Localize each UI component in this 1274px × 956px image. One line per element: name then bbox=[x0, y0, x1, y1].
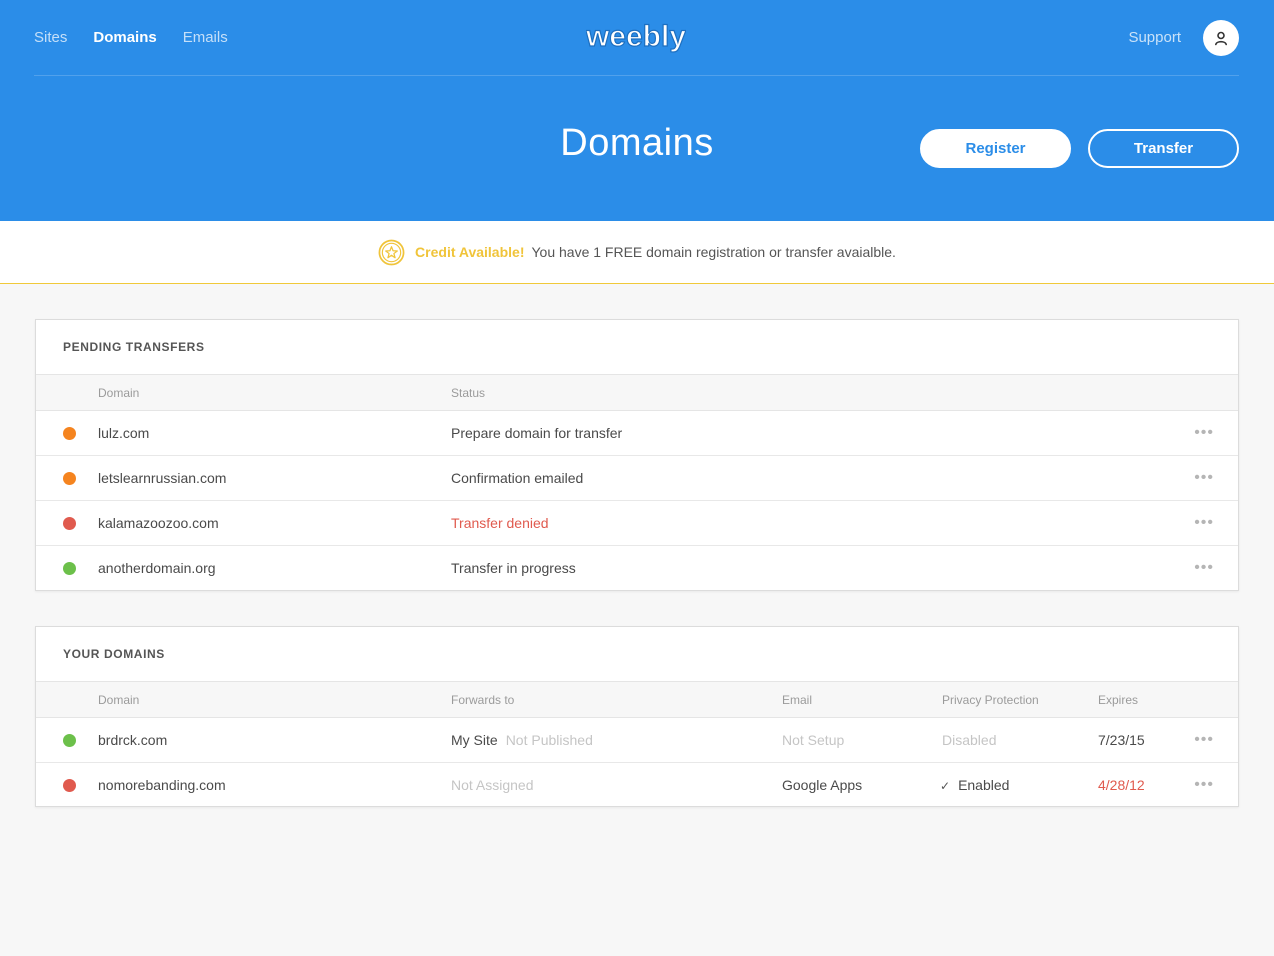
more-dots-icon[interactable]: ••• bbox=[1194, 559, 1214, 577]
domain-name[interactable]: letslearnrussian.com bbox=[98, 470, 226, 486]
credit-text: You have 1 FREE domain registration or t… bbox=[531, 244, 896, 260]
support-link[interactable]: Support bbox=[1128, 29, 1181, 46]
avatar[interactable] bbox=[1203, 20, 1239, 56]
weebly-logo[interactable]: weebly bbox=[584, 18, 687, 58]
domain-name[interactable]: kalamazoozoo.com bbox=[98, 515, 219, 531]
credit-label: Credit Available! bbox=[415, 244, 525, 260]
expires-date: 7/23/15 bbox=[1098, 732, 1145, 748]
email-status[interactable]: Google Apps bbox=[782, 777, 862, 793]
table-row[interactable]: nomorebanding.com Not Assigned Google Apps… bbox=[36, 763, 1238, 808]
star-coin-icon bbox=[378, 239, 405, 265]
page-title: Domains bbox=[560, 122, 714, 164]
table-row[interactable]: brdrck.com My Site Not Published Not Setup D… bbox=[36, 718, 1238, 763]
check-icon: ✓ bbox=[940, 779, 951, 793]
table-header: Domain Status bbox=[36, 374, 1238, 411]
status-dot bbox=[63, 562, 76, 575]
panel-title: YOUR DOMAINS bbox=[63, 647, 165, 661]
your-domains-panel: YOUR DOMAINS Domain Forwards to Email Pr… bbox=[35, 626, 1239, 807]
transfer-status: Transfer in progress bbox=[451, 560, 576, 576]
table-row[interactable]: kalamazoozoo.com Transfer denied ••• bbox=[36, 501, 1238, 546]
transfer-status: Confirmation emailed bbox=[451, 470, 584, 486]
top-navigation: Sites Domains Emails weebly Support bbox=[34, 0, 1239, 76]
privacy-label: Enabled bbox=[958, 777, 1010, 793]
domain-rows: brdrck.com My Site Not Published Not Setup D… bbox=[36, 718, 1238, 808]
status-dot bbox=[63, 779, 76, 792]
status-dot bbox=[63, 734, 76, 747]
column-header-domain: Domain bbox=[98, 386, 140, 400]
header: Sites Domains Emails weebly Support Doma… bbox=[0, 0, 1274, 221]
domain-name[interactable]: anotherdomain.org bbox=[98, 560, 216, 576]
user-icon bbox=[1215, 31, 1227, 46]
register-button[interactable]: Register bbox=[920, 129, 1071, 168]
more-dots-icon[interactable]: ••• bbox=[1194, 776, 1214, 794]
transfer-button[interactable]: Transfer bbox=[1088, 129, 1239, 168]
privacy-protection[interactable]: ✓ Enabled bbox=[940, 777, 1009, 793]
pending-transfers-panel: PENDING TRANSFERS Domain Status lulz.com… bbox=[35, 319, 1239, 591]
status-dot bbox=[63, 517, 76, 530]
weebly-logo-icon: weebly bbox=[584, 19, 687, 53]
more-dots-icon[interactable]: ••• bbox=[1194, 424, 1214, 442]
expires-date: 4/28/12 bbox=[1098, 777, 1145, 793]
column-header-status: Status bbox=[451, 386, 486, 400]
credit-banner: Credit Available! You have 1 FREE domain… bbox=[0, 221, 1274, 284]
transfer-status: Transfer denied bbox=[451, 515, 549, 531]
table-row[interactable]: letslearnrussian.com Confirmation emailed… bbox=[36, 456, 1238, 501]
forwards-target: My Site bbox=[451, 732, 498, 748]
table-header: Domain Forwards to Email Privacy Protect… bbox=[36, 681, 1238, 718]
more-dots-icon[interactable]: ••• bbox=[1194, 731, 1214, 749]
domain-name[interactable]: brdrck.com bbox=[98, 732, 167, 748]
status-dot bbox=[63, 472, 76, 485]
forwards-to[interactable]: Not Assigned bbox=[451, 777, 534, 793]
table-row[interactable]: lulz.com Prepare domain for transfer ••• bbox=[36, 411, 1238, 456]
domain-name[interactable]: lulz.com bbox=[98, 425, 149, 441]
domain-name[interactable]: nomorebanding.com bbox=[98, 777, 226, 793]
privacy-label: Disabled bbox=[942, 732, 997, 748]
nav-domains[interactable]: Domains bbox=[93, 29, 156, 46]
nav-links: Sites Domains Emails bbox=[34, 29, 254, 46]
forwards-sub-status: Not Published bbox=[505, 732, 593, 748]
nav-sites[interactable]: Sites bbox=[34, 29, 67, 46]
column-header-expires: Expires bbox=[1098, 693, 1139, 707]
panel-title: PENDING TRANSFERS bbox=[63, 340, 205, 354]
more-dots-icon[interactable]: ••• bbox=[1194, 469, 1214, 487]
transfer-status: Prepare domain for transfer bbox=[451, 425, 623, 441]
more-dots-icon[interactable]: ••• bbox=[1194, 514, 1214, 532]
privacy-protection[interactable]: Disabled bbox=[942, 732, 996, 748]
column-header-forwards: Forwards to bbox=[451, 693, 515, 707]
logo-text: weebly bbox=[586, 20, 686, 53]
email-status[interactable]: Not Setup bbox=[782, 732, 844, 748]
column-header-domain: Domain bbox=[98, 693, 140, 707]
pending-rows: lulz.com Prepare domain for transfer ••• le… bbox=[36, 411, 1238, 591]
forwards-target: Not Assigned bbox=[451, 777, 534, 793]
table-row[interactable]: anotherdomain.org Transfer in progress ••• bbox=[36, 546, 1238, 591]
nav-emails[interactable]: Emails bbox=[183, 29, 228, 46]
status-dot bbox=[63, 427, 76, 440]
forwards-to[interactable]: My Site Not Published bbox=[451, 732, 593, 748]
column-header-privacy: Privacy Protection bbox=[942, 693, 1039, 707]
column-header-email: Email bbox=[782, 693, 813, 707]
